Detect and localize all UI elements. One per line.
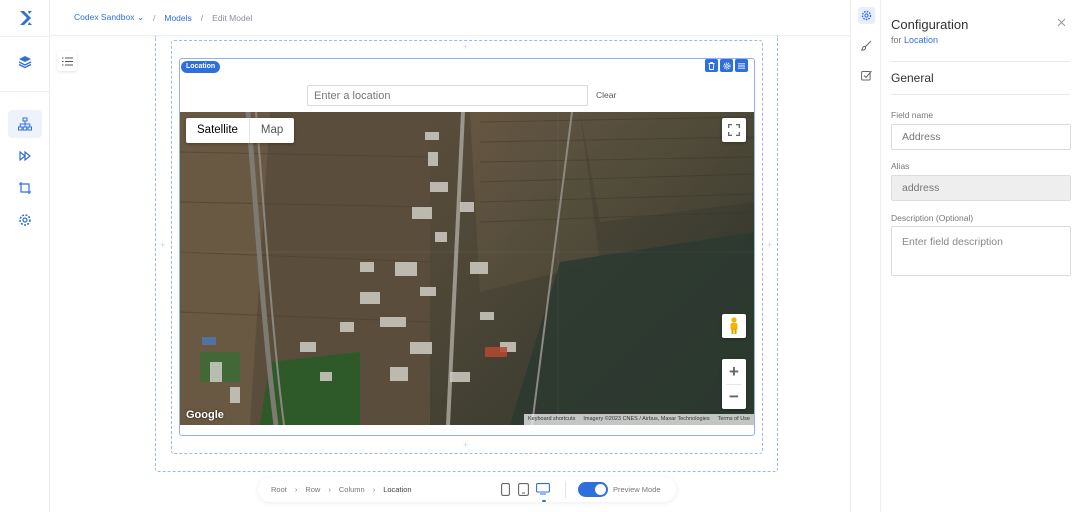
gear-icon — [861, 10, 872, 21]
path-location[interactable]: Location — [383, 485, 411, 494]
pegman-icon — [730, 317, 738, 334]
field-type-tag: Location — [181, 61, 221, 73]
alias-input[interactable]: address — [891, 175, 1071, 201]
validation-tab[interactable] — [858, 67, 875, 84]
location-search-input[interactable]: Enter a location — [307, 85, 588, 106]
add-left-icon[interactable]: + — [160, 240, 165, 250]
zoom-out-button[interactable]: − — [722, 384, 746, 409]
configuration-panel: Configuration for Location General Field… — [881, 0, 1080, 512]
delete-button[interactable] — [705, 59, 718, 72]
desktop-view-icon[interactable] — [536, 483, 550, 495]
alias-label: Alias — [891, 161, 910, 171]
field-name-label: Field name — [891, 110, 934, 120]
chevron-right-icon: › — [328, 485, 331, 494]
map-attribution: Keyboard shortcuts Imagery ©2023 CNES / … — [523, 414, 754, 425]
panel-divider — [891, 61, 1070, 62]
left-nav-rail — [0, 0, 50, 512]
satellite-map[interactable]: Satellite Map + − Google Keyboard shortc… — [180, 112, 754, 425]
add-right-icon[interactable]: + — [767, 240, 772, 250]
clear-location-button[interactable]: Clear — [596, 90, 616, 100]
keyboard-shortcuts-link[interactable]: Keyboard shortcuts — [524, 414, 579, 425]
rail-divider — [0, 36, 50, 37]
path-row[interactable]: Row — [305, 485, 320, 494]
map-type-control: Satellite Map — [186, 118, 295, 143]
description-label: Description (Optional) — [891, 213, 974, 223]
description-textarea[interactable]: Enter field description — [891, 226, 1071, 276]
field-menu-button[interactable] — [735, 59, 748, 72]
satellite-button[interactable]: Satellite — [186, 118, 250, 143]
breadcrumb-current: Edit Model — [212, 12, 253, 23]
right-tool-rail — [850, 0, 881, 512]
tablet-view-icon[interactable] — [518, 483, 529, 496]
checkbox-icon — [861, 70, 872, 81]
add-above-icon[interactable]: + — [463, 42, 468, 52]
menu-icon — [738, 62, 745, 69]
layers-icon[interactable] — [8, 48, 42, 76]
google-logo: Google — [186, 409, 224, 421]
active-device-indicator — [542, 500, 546, 502]
breadcrumb: Codex Sandbox ⌄ / Models / Edit Model — [74, 12, 252, 23]
crop-icon[interactable] — [8, 174, 42, 202]
field-name-input[interactable]: Address — [891, 124, 1071, 150]
fullscreen-button[interactable] — [722, 118, 746, 142]
breadcrumb-separator: / — [200, 12, 204, 23]
street-view-pegman[interactable] — [722, 314, 746, 338]
terms-link[interactable]: Terms of Use — [714, 414, 754, 425]
add-below-icon[interactable]: + — [463, 440, 468, 450]
app-logo-icon[interactable] — [17, 9, 35, 27]
field-settings-button[interactable] — [720, 59, 733, 72]
panel-subtitle: for Location — [891, 35, 939, 45]
component-path: Root › Row › Column › Location — [271, 485, 412, 494]
fast-forward-icon[interactable] — [8, 142, 42, 170]
zoom-in-button[interactable]: + — [722, 359, 746, 384]
breadcrumb-workspace[interactable]: Codex Sandbox ⌄ — [74, 12, 144, 23]
settings-gear-icon[interactable] — [8, 206, 42, 234]
preview-mode-label: Preview Mode — [613, 485, 661, 494]
gear-icon — [722, 61, 731, 70]
preview-mode-toggle[interactable] — [578, 482, 608, 497]
chevron-right-icon: › — [294, 485, 298, 494]
zoom-control: + − — [722, 359, 746, 409]
rail-divider — [0, 91, 50, 92]
list-icon — [61, 57, 73, 65]
map-button[interactable]: Map — [250, 118, 294, 143]
panel-title: Configuration — [891, 17, 969, 32]
top-header: Codex Sandbox ⌄ / Models / Edit Model — [50, 0, 850, 36]
path-root[interactable]: Root — [271, 485, 287, 494]
target-link[interactable]: Location — [904, 35, 938, 45]
style-tab[interactable] — [858, 37, 875, 54]
breadcrumb-separator: / — [153, 12, 156, 23]
mobile-view-icon[interactable] — [501, 483, 510, 496]
path-column[interactable]: Column — [339, 485, 365, 494]
configuration-tab[interactable] — [858, 7, 875, 24]
chevron-right-icon: › — [372, 485, 376, 494]
bottom-toolbar: Root › Row › Column › Location Preview M… — [258, 477, 676, 502]
close-icon[interactable] — [1057, 18, 1066, 27]
sitemap-icon[interactable] — [8, 110, 42, 138]
field-toolbar — [705, 59, 748, 72]
map-imagery — [180, 112, 754, 425]
fullscreen-icon — [728, 124, 740, 136]
outline-list-button[interactable] — [57, 51, 77, 71]
toolbar-divider — [565, 481, 566, 498]
section-heading: General — [891, 71, 934, 85]
breadcrumb-models[interactable]: Models — [164, 13, 191, 23]
imagery-credit: Imagery ©2023 CNES / Airbus, Maxar Techn… — [583, 416, 710, 422]
trash-icon — [708, 61, 715, 70]
brush-icon — [861, 40, 872, 51]
panel-divider — [891, 94, 1070, 95]
